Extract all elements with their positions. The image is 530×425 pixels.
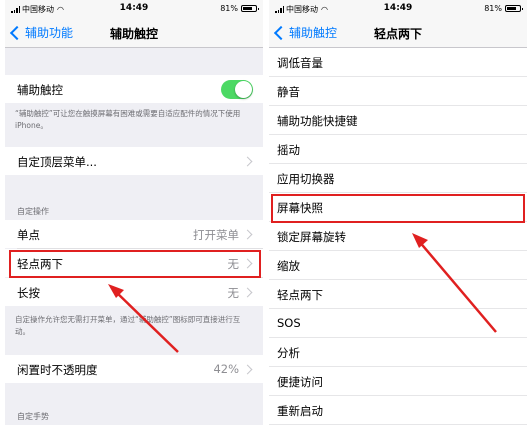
annotation-arrows <box>108 233 497 353</box>
right-arrow-icon <box>412 233 497 333</box>
left-arrow-icon <box>108 284 179 353</box>
